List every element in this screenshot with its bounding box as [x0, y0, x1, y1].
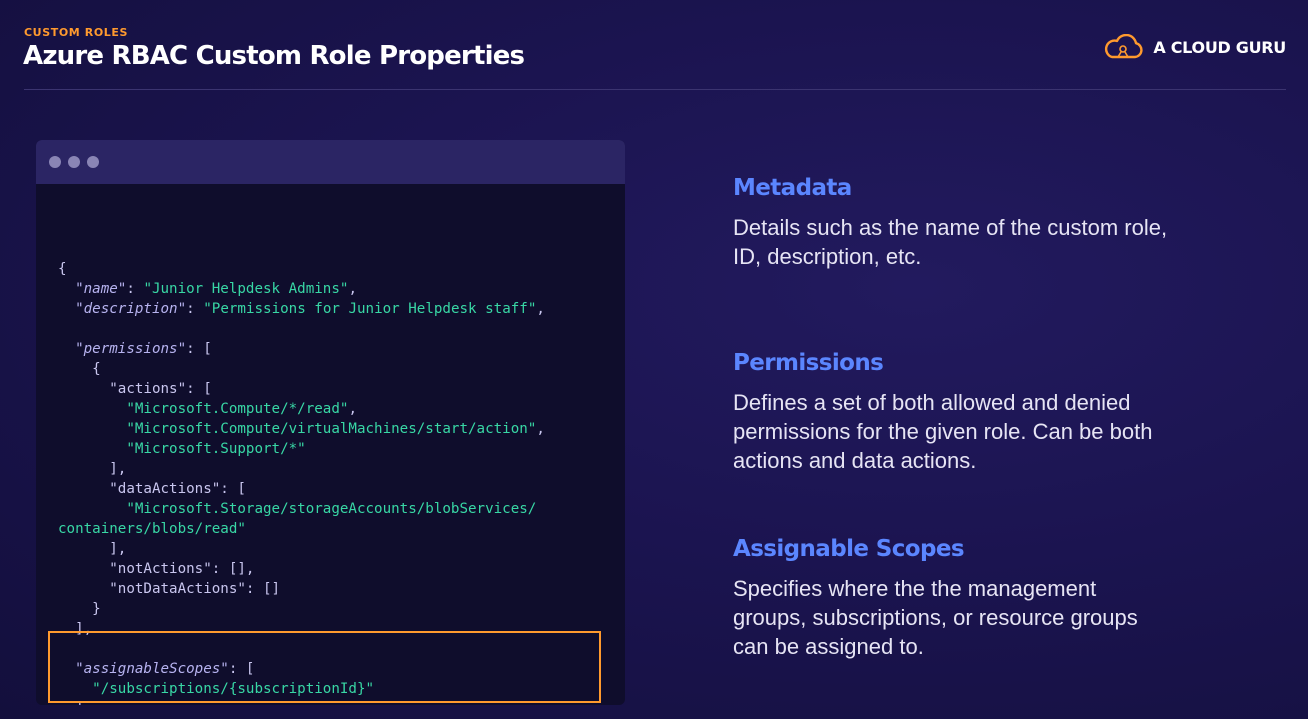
code-punct: ], [109, 461, 127, 477]
code-line: ], [58, 539, 625, 559]
code-punct: ], [109, 541, 127, 557]
code-line: "Microsoft.Compute/virtualMachines/start… [58, 419, 625, 439]
code-string: "Microsoft.Storage/storageAccounts/blobS… [126, 501, 537, 517]
brand-name: A CLOUD GURU [1153, 37, 1286, 57]
section-body: Details such as the name of the custom r… [733, 213, 1273, 271]
body-line: permissions for the given role. Can be b… [733, 419, 1153, 444]
code-string: "Junior Helpdesk Admins" [143, 281, 349, 297]
code-line: { [58, 359, 625, 379]
code-punct: : [ [186, 381, 212, 397]
code-key: "dataActions" [109, 481, 221, 497]
code-punct: , [536, 421, 545, 437]
window-title-bar [36, 140, 625, 184]
body-line: can be assigned to. [733, 634, 924, 659]
code-punct: { [92, 361, 101, 377]
code-line: "name": "Junior Helpdesk Admins", [58, 279, 625, 299]
code-key: "notDataActions" [109, 581, 246, 597]
code-key: "notActions" [109, 561, 212, 577]
body-line: Defines a set of both allowed and denied [733, 390, 1131, 415]
code-line: "Microsoft.Compute/*/read", [58, 399, 625, 419]
section-metadata: Metadata Details such as the name of the… [733, 175, 1273, 271]
code-line: "description": "Permissions for Junior H… [58, 299, 625, 319]
page-title: Azure RBAC Custom Role Properties [23, 41, 525, 71]
code-punct: , [348, 401, 357, 417]
section-heading: Permissions [733, 350, 884, 376]
code-string: "Microsoft.Support/*" [126, 441, 306, 457]
code-line: ], [58, 459, 625, 479]
code-punct: , [348, 281, 357, 297]
code-string: "Microsoft.Compute/virtualMachines/start… [126, 421, 537, 437]
code-line: } [58, 599, 625, 619]
code-line: "permissions": [ [58, 339, 625, 359]
window-dot [49, 156, 61, 168]
code-line: "notDataActions": [] [58, 579, 625, 599]
code-punct: : [ [186, 341, 212, 357]
code-key: "permissions" [75, 341, 187, 357]
code-window: { "name": "Junior Helpdesk Admins", "des… [36, 140, 625, 705]
section-assignable-scopes: Assignable Scopes Specifies where the th… [733, 536, 1273, 661]
window-dot [68, 156, 80, 168]
code-punct: : [ [220, 481, 246, 497]
code-punct: : [] [245, 581, 281, 597]
code-punct: : [], [211, 561, 255, 577]
section-heading: Metadata [733, 175, 852, 201]
code-line: "notActions": [], [58, 559, 625, 579]
section-body: Defines a set of both allowed and denied… [733, 388, 1273, 475]
cloud-logo-icon [1102, 34, 1144, 60]
code-punct: } [92, 601, 101, 617]
code-line: { [58, 259, 625, 279]
code-string: containers/blobs/read" [58, 521, 246, 537]
json-code-block: { "name": "Junior Helpdesk Admins", "des… [36, 184, 625, 705]
code-punct: : [126, 281, 144, 297]
body-line: Specifies where the the management [733, 576, 1097, 601]
assignable-scopes-highlight [48, 631, 601, 703]
header-divider [24, 89, 1286, 90]
section-heading: Assignable Scopes [733, 536, 965, 562]
section-body: Specifies where the the management group… [733, 574, 1273, 661]
code-line: "Microsoft.Storage/storageAccounts/blobS… [58, 499, 625, 519]
code-line: containers/blobs/read" [58, 519, 625, 539]
body-line: Details such as the name of the custom r… [733, 215, 1168, 240]
body-line: actions and data actions. [733, 448, 977, 473]
section-eyebrow: CUSTOM ROLES [24, 26, 129, 39]
body-line: groups, subscriptions, or resource group… [733, 605, 1138, 630]
code-punct: { [58, 261, 67, 277]
code-key: "description" [75, 301, 187, 317]
code-punct: : [186, 301, 204, 317]
brand-logo: A CLOUD GURU [1102, 34, 1286, 60]
code-key: "name" [75, 281, 127, 297]
window-dot [87, 156, 99, 168]
code-line: "dataActions": [ [58, 479, 625, 499]
code-line: "actions": [ [58, 379, 625, 399]
body-line: ID, description, etc. [733, 244, 922, 269]
code-line: "Microsoft.Support/*" [58, 439, 625, 459]
code-string: "Permissions for Junior Helpdesk staff" [203, 301, 537, 317]
code-punct: , [536, 301, 545, 317]
code-string: "Microsoft.Compute/*/read" [126, 401, 349, 417]
section-permissions: Permissions Defines a set of both allowe… [733, 350, 1273, 475]
code-key: "actions" [109, 381, 187, 397]
